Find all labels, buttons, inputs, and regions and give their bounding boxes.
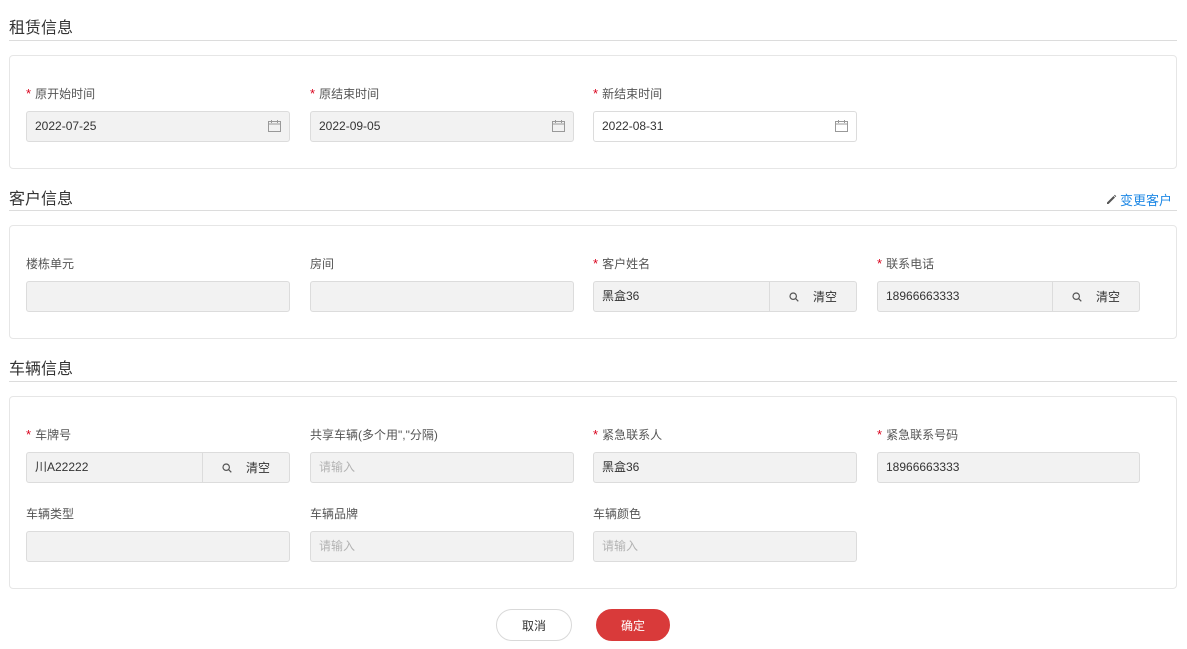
customer-section-title: 客户信息 bbox=[9, 191, 74, 208]
emergency-contact-input[interactable]: 黑盒36 bbox=[593, 452, 857, 483]
phone-label: * 联系电话 bbox=[877, 256, 935, 271]
plate-label: * 车牌号 bbox=[26, 427, 72, 442]
calendar-icon[interactable] bbox=[552, 120, 565, 132]
vehicle-type-input[interactable] bbox=[26, 531, 290, 562]
new-end-date-input[interactable]: 2022-08-31 bbox=[593, 111, 857, 142]
customer-name-label: * 客户姓名 bbox=[593, 256, 651, 271]
lease-section-divider bbox=[9, 40, 1177, 41]
vehicle-color-label: 车辆颜色 bbox=[593, 507, 642, 521]
plate-field[interactable]: 川A22222 清空 bbox=[26, 452, 290, 483]
lease-section-title: 租赁信息 bbox=[9, 20, 74, 37]
calendar-icon[interactable] bbox=[835, 120, 848, 132]
search-icon[interactable] bbox=[222, 462, 232, 473]
vehicle-type-label: 车辆类型 bbox=[26, 507, 75, 521]
calendar-icon[interactable] bbox=[268, 120, 281, 132]
vehicle-brand-input[interactable]: 请输入 bbox=[310, 531, 574, 562]
search-icon[interactable] bbox=[789, 291, 799, 302]
vehicle-brand-label: 车辆品牌 bbox=[310, 507, 359, 521]
phone-value[interactable]: 18966663333 bbox=[878, 282, 1052, 311]
emergency-contact-label: * 紧急联系人 bbox=[593, 427, 663, 442]
customer-name-value[interactable]: 黑盒36 bbox=[594, 282, 769, 311]
change-customer-link[interactable]: 变更客户 bbox=[1106, 190, 1172, 209]
shared-vehicle-label: 共享车辆(多个用","分隔) bbox=[310, 428, 438, 442]
customer-section-divider bbox=[9, 210, 1177, 211]
cancel-button[interactable]: 取消 bbox=[496, 609, 572, 641]
phone-field[interactable]: 18966663333 清空 bbox=[877, 281, 1140, 312]
orig-end-label: * 原结束时间 bbox=[310, 86, 380, 101]
pencil-icon bbox=[1106, 194, 1117, 204]
room-label: 房间 bbox=[310, 257, 335, 271]
confirm-button[interactable]: 确定 bbox=[596, 609, 670, 641]
plate-search-clear-button[interactable]: 清空 bbox=[202, 453, 289, 482]
phone-search-clear-button[interactable]: 清空 bbox=[1052, 282, 1139, 311]
plate-clear-button[interactable]: 清空 bbox=[246, 459, 270, 476]
vehicle-section-divider bbox=[9, 381, 1177, 382]
building-label: 楼栋单元 bbox=[26, 257, 75, 271]
vehicle-color-input[interactable]: 请输入 bbox=[593, 531, 857, 562]
new-end-label: * 新结束时间 bbox=[593, 86, 663, 101]
building-input[interactable] bbox=[26, 281, 290, 312]
orig-start-label: * 原开始时间 bbox=[26, 86, 96, 101]
customer-name-clear-button[interactable]: 清空 bbox=[813, 288, 837, 305]
emergency-phone-input[interactable]: 18966663333 bbox=[877, 452, 1140, 483]
orig-end-date-input[interactable]: 2022-09-05 bbox=[310, 111, 574, 142]
room-input[interactable] bbox=[310, 281, 574, 312]
search-icon[interactable] bbox=[1072, 291, 1082, 302]
phone-clear-button[interactable]: 清空 bbox=[1096, 288, 1120, 305]
plate-value[interactable]: 川A22222 bbox=[27, 453, 202, 482]
orig-start-date-input[interactable]: 2022-07-25 bbox=[26, 111, 290, 142]
emergency-phone-label: * 紧急联系号码 bbox=[877, 427, 959, 442]
shared-vehicle-input[interactable]: 请输入 bbox=[310, 452, 574, 483]
customer-name-search-clear-button[interactable]: 清空 bbox=[769, 282, 856, 311]
customer-name-field[interactable]: 黑盒36 清空 bbox=[593, 281, 857, 312]
vehicle-section-title: 车辆信息 bbox=[9, 361, 74, 378]
